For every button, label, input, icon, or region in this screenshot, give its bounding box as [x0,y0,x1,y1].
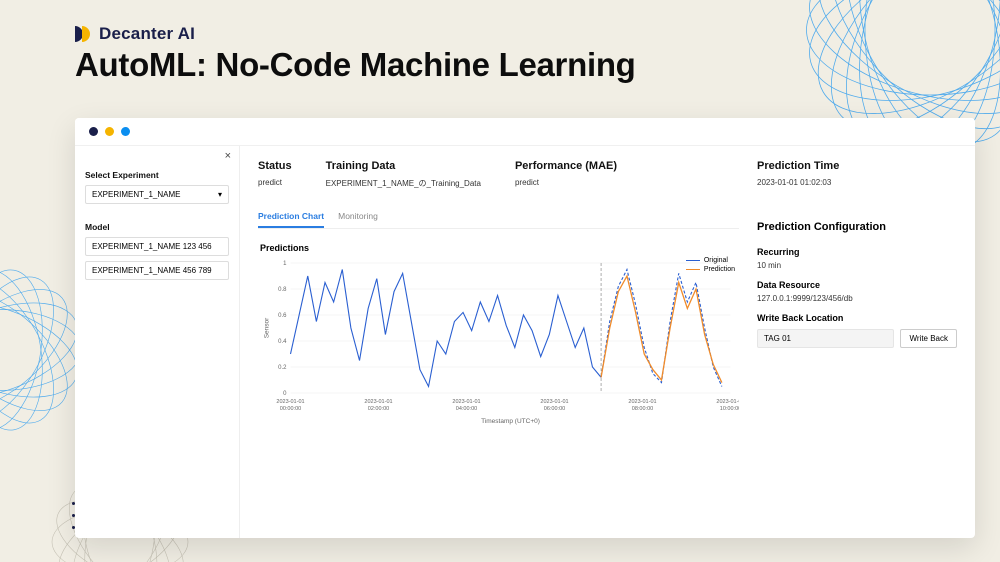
writeback-button[interactable]: Write Back [900,329,957,348]
training-data-label: Training Data [326,160,481,172]
window-dot-yellow [105,127,114,136]
experiment-select[interactable]: EXPERIMENT_1_NAME ▾ [85,185,229,204]
model-option-0[interactable]: EXPERIMENT_1_NAME 123 456 [85,237,229,256]
prediction-time-value: 2023-01-01 01:02:03 [757,178,957,187]
model-label: Model [85,222,229,232]
svg-text:0.2: 0.2 [278,365,287,371]
writeback-label: Write Back Location [757,313,957,323]
data-resource-label: Data Resource [757,280,957,290]
performance-value: predict [515,178,617,187]
recurring-label: Recurring [757,247,957,257]
app-window: × Select Experiment EXPERIMENT_1_NAME ▾ … [75,118,975,538]
svg-text:2023-01-01: 2023-01-01 [716,399,739,405]
model-option-1[interactable]: EXPERIMENT_1_NAME 456 789 [85,261,229,280]
tab-monitoring[interactable]: Monitoring [338,211,378,228]
svg-text:10:00:00: 10:00:00 [720,406,739,412]
experiment-select-value: EXPERIMENT_1_NAME [92,190,180,199]
window-dot-blue [121,127,130,136]
svg-text:08:00:00: 08:00:00 [632,406,653,412]
tab-prediction-chart[interactable]: Prediction Chart [258,211,324,228]
brand-logo-icon [75,26,91,42]
window-titlebar [75,118,975,146]
svg-text:00:00:00: 00:00:00 [280,406,301,412]
chevron-down-icon: ▾ [218,190,222,199]
sidebar-close-icon[interactable]: × [225,150,231,162]
predictions-chart: Original Prediction 0 0.2 0.4 0.6 0.8 1 2023-0… [258,257,739,427]
svg-text:1: 1 [283,261,287,267]
svg-text:02:00:00: 02:00:00 [368,406,389,412]
recurring-value: 10 min [757,261,957,270]
chart-legend: Original Prediction [686,257,735,275]
svg-text:2023-01-01: 2023-01-01 [276,399,304,405]
svg-text:0.4: 0.4 [278,339,287,345]
svg-text:06:00:00: 06:00:00 [544,406,565,412]
svg-text:04:00:00: 04:00:00 [456,406,477,412]
select-experiment-label: Select Experiment [85,170,229,180]
svg-text:2023-01-01: 2023-01-01 [364,399,392,405]
writeback-tag[interactable]: TAG 01 [757,329,894,348]
performance-label: Performance (MAE) [515,160,617,172]
sidebar: × Select Experiment EXPERIMENT_1_NAME ▾ … [75,146,240,538]
svg-text:0.6: 0.6 [278,313,287,319]
data-resource-value: 127.0.0.1:9999/123/456/db [757,294,957,303]
svg-text:0.8: 0.8 [278,287,287,293]
svg-text:2023-01-01: 2023-01-01 [628,399,656,405]
training-data-value: EXPERIMENT_1_NAME_の_Training_Data [326,178,481,189]
brand-name: Decanter AI [99,24,195,44]
svg-text:2023-01-01: 2023-01-01 [452,399,480,405]
legend-prediction: Prediction [704,266,735,273]
svg-text:2023-01-01: 2023-01-01 [540,399,568,405]
brand: Decanter AI [75,24,636,44]
config-header: Prediction Configuration [757,221,957,233]
prediction-time-label: Prediction Time [757,160,957,172]
svg-text:Sensor: Sensor [264,317,271,338]
svg-text:Timestamp (UTC+0): Timestamp (UTC+0) [481,418,540,425]
page-headline: AutoML: No-Code Machine Learning [75,46,636,84]
svg-text:0: 0 [283,391,287,397]
window-dot-navy [89,127,98,136]
status-label: Status [258,160,292,172]
chart-title: Predictions [260,243,739,253]
tabs: Prediction Chart Monitoring [258,211,739,229]
status-value: predict [258,178,292,187]
legend-original: Original [704,257,728,264]
